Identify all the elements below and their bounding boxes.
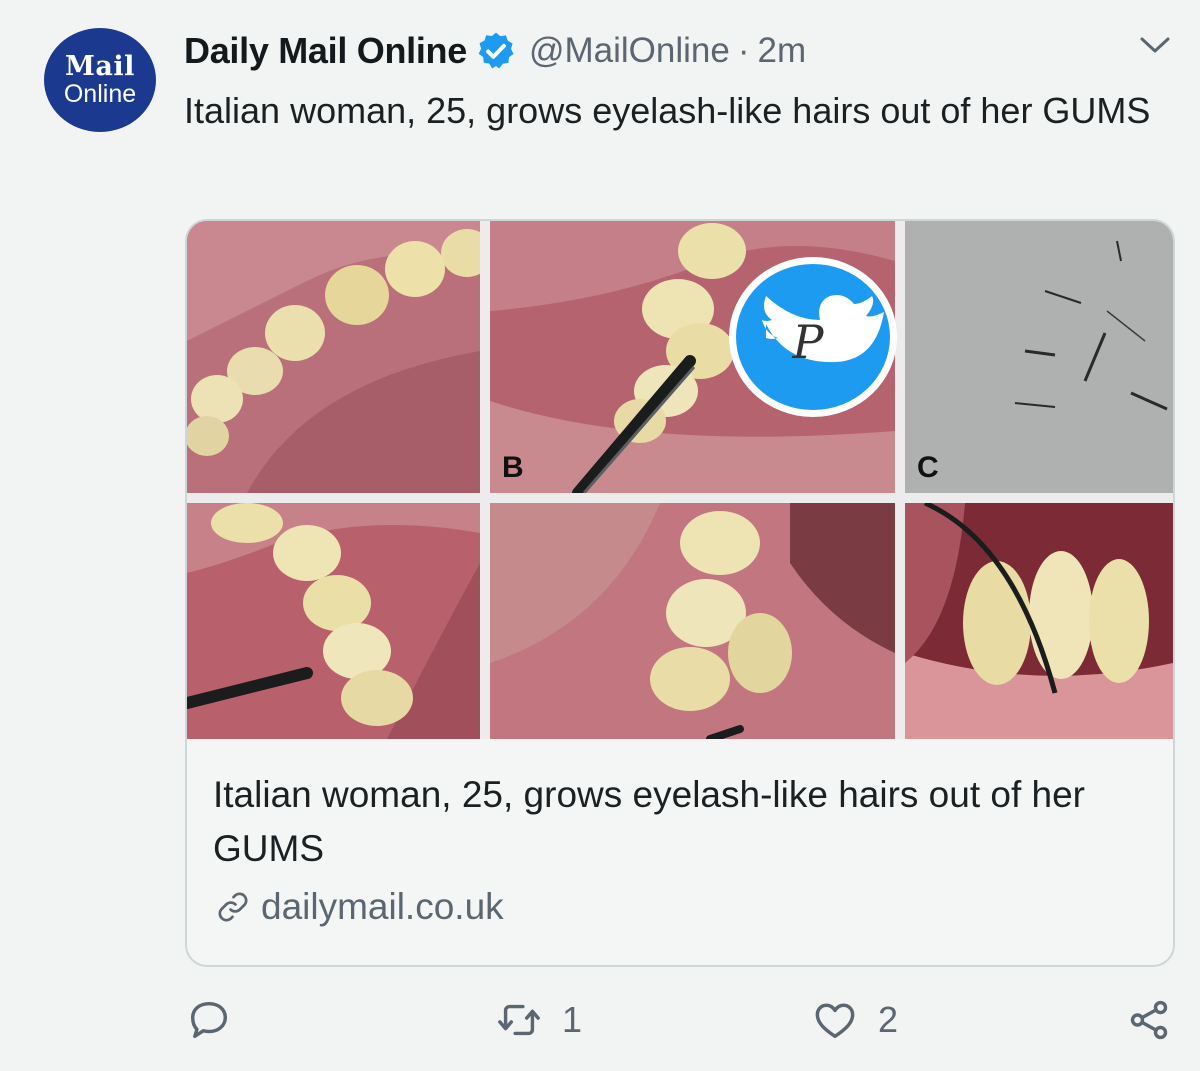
like-count: 2 — [878, 999, 899, 1040]
card-title[interactable]: Italian woman, 25, grows eyelash-like ha… — [213, 768, 1153, 876]
card-domain[interactable]: dailymail.co.uk — [213, 884, 504, 930]
verified-badge-icon — [478, 32, 514, 69]
dental-photo-4 — [490, 503, 895, 739]
avatar[interactable]: Mail Online — [44, 28, 156, 132]
watermark-logo: P — [726, 254, 900, 420]
tweet-header: Daily Mail Online @MailOnline · 2m — [184, 28, 806, 74]
retweet-count: 1 — [562, 999, 583, 1040]
like-button[interactable]: 2 — [812, 994, 898, 1046]
watermark-letter: P — [792, 315, 825, 369]
card-domain-text: dailymail.co.uk — [261, 886, 504, 927]
dental-photo-3 — [187, 503, 480, 739]
avatar-logo-bottom: Online — [63, 80, 137, 108]
handle[interactable]: @MailOnline — [529, 31, 730, 71]
link-icon — [218, 892, 248, 922]
timestamp[interactable]: 2m — [758, 31, 807, 71]
tweet-text: Italian woman, 25, grows eyelash-like ha… — [184, 90, 1151, 131]
share-button[interactable] — [1126, 994, 1172, 1046]
reply-button[interactable] — [186, 994, 232, 1046]
reply-icon — [190, 1001, 228, 1039]
dental-photo-1 — [187, 221, 480, 493]
display-name[interactable]: Daily Mail Online — [184, 30, 467, 72]
share-icon — [1130, 1000, 1168, 1040]
chevron-down-icon[interactable] — [1138, 30, 1172, 60]
panel-label-b: B — [502, 451, 524, 484]
card-image[interactable]: B C — [187, 221, 1173, 739]
tweet[interactable]: Mail Online Daily Mail Online @MailOnlin… — [0, 0, 1200, 1071]
dental-photo-5 — [905, 503, 1173, 739]
separator-dot: · — [737, 31, 750, 70]
retweet-button[interactable]: 1 — [496, 994, 582, 1046]
panel-label-c: C — [917, 451, 939, 484]
avatar-logo-top: Mail — [65, 51, 135, 82]
retweet-icon — [498, 1004, 540, 1036]
hair-samples-photo: C — [905, 221, 1173, 493]
heart-icon — [815, 1003, 855, 1039]
